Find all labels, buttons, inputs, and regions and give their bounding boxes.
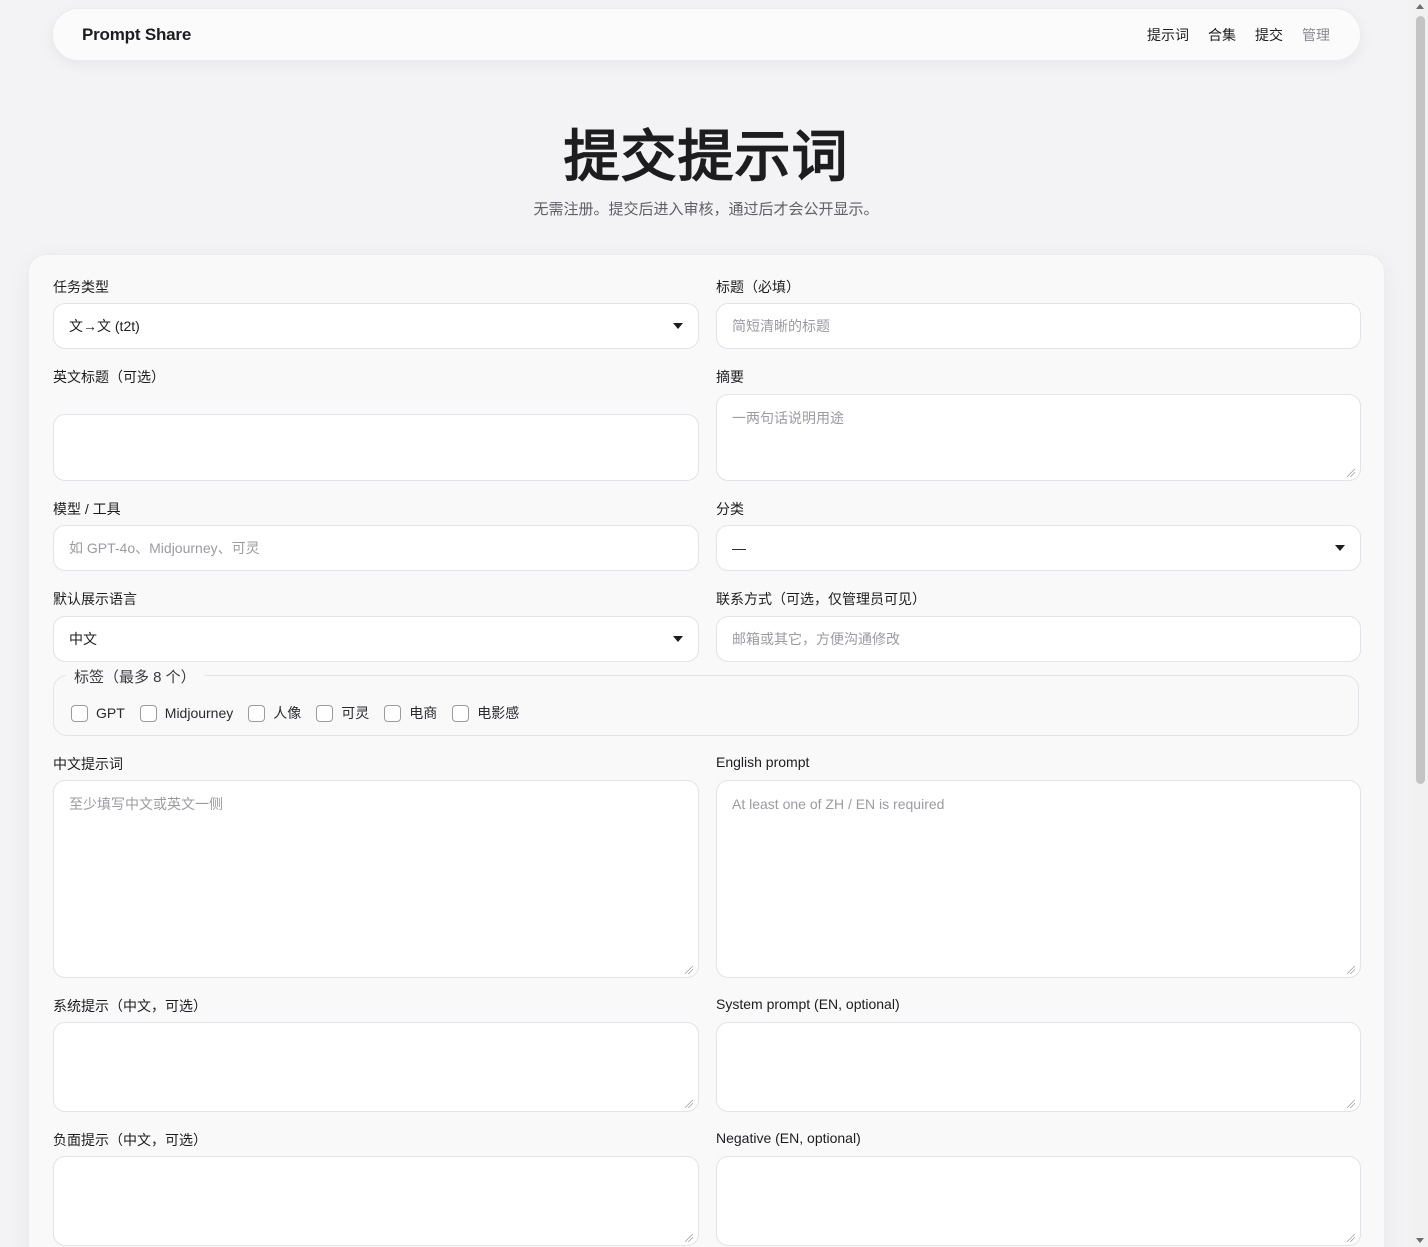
summary-textarea[interactable] [716,394,1361,481]
task-type-select[interactable]: 文→文 (t2t) [53,303,699,349]
negative-en-label: Negative (EN, optional) [716,1130,861,1146]
title-en-label: 英文标题（可选） [53,369,165,385]
tag-option-kling[interactable]: 可灵 [316,703,369,723]
tag-option-ecommerce[interactable]: 电商 [384,703,437,723]
nav-link-submit[interactable]: 提交 [1255,25,1283,45]
tags-fieldset: 标签（最多 8 个） GPT Midjourney 人像 可灵 电商 电影感 [53,666,1359,736]
category-select[interactable]: — [716,525,1361,571]
negative-zh-textarea[interactable] [53,1156,699,1246]
system-en-label: System prompt (EN, optional) [716,996,900,1012]
checkbox[interactable] [452,704,470,722]
checkbox[interactable] [248,704,266,722]
resize-handle-icon[interactable] [1347,1234,1355,1242]
brand-logo[interactable]: Prompt Share [82,25,191,45]
title-en-input[interactable] [53,414,699,481]
category-value: — [732,540,746,556]
resize-handle-icon[interactable] [685,966,693,974]
contact-label: 联系方式（可选，仅管理员可见） [716,591,926,607]
prompt-zh-label: 中文提示词 [53,756,123,772]
model-input[interactable] [53,525,699,571]
summary-label: 摘要 [716,369,744,385]
contact-input[interactable] [716,616,1361,662]
chevron-down-icon [673,323,683,329]
negative-en-textarea[interactable] [716,1156,1361,1246]
resize-handle-icon[interactable] [1347,1100,1355,1108]
resize-handle-icon[interactable] [685,1234,693,1242]
page-title: 提交提示词 [563,125,849,190]
category-label: 分类 [716,501,744,517]
checkbox[interactable] [139,704,157,722]
checkbox[interactable] [71,704,88,722]
checkbox[interactable] [316,704,334,722]
tag-option-portrait[interactable]: 人像 [248,703,301,723]
tag-label: 电影感 [477,705,520,721]
page-scrollbar[interactable] [1412,0,1428,1247]
top-navbar: Prompt Share 提示词 合集 提交 管理 [52,8,1361,61]
system-zh-textarea[interactable] [53,1022,699,1112]
scrollbar-thumb[interactable] [1416,16,1425,784]
submit-form: 任务类型 文→文 (t2t) 标题（必填） 英文标题（可选） 摘要 模型 / 工… [28,254,1385,1247]
chevron-down-icon [673,636,683,642]
tag-option-midjourney[interactable]: Midjourney [139,704,234,722]
prompt-zh-textarea[interactable] [53,780,699,978]
language-select[interactable]: 中文 [53,616,699,662]
resize-handle-icon[interactable] [1347,966,1355,974]
tag-label: 可灵 [341,705,370,721]
system-zh-label: 系统提示（中文，可选） [53,998,207,1014]
language-value: 中文 [69,631,97,647]
system-en-textarea[interactable] [716,1022,1361,1112]
main-nav: 提示词 合集 提交 管理 [1147,25,1330,45]
resize-handle-icon[interactable] [685,1100,693,1108]
task-type-value: 文→文 (t2t) [69,318,140,334]
title-input[interactable] [716,303,1361,349]
task-type-label: 任务类型 [53,279,109,295]
scroll-down-icon[interactable] [1416,1238,1424,1243]
tags-legend: 标签（最多 8 个） [66,666,204,687]
nav-link-prompts[interactable]: 提示词 [1147,25,1189,45]
resize-handle-icon[interactable] [1347,469,1355,477]
prompt-en-label: English prompt [716,754,810,770]
checkbox[interactable] [384,704,402,722]
page: Prompt Share 提示词 合集 提交 管理 提交提示词 无需注册。提交后… [0,0,1412,1247]
title-label: 标题（必填） [716,279,800,295]
tag-label: GPT [96,705,125,721]
nav-link-collections[interactable]: 合集 [1208,25,1236,45]
model-label: 模型 / 工具 [53,501,121,517]
tag-label: 人像 [273,705,302,721]
tag-options: GPT Midjourney 人像 可灵 电商 电影感 [71,703,534,723]
page-subtitle: 无需注册。提交后进入审核，通过后才会公开显示。 [533,201,879,218]
prompt-en-textarea[interactable] [716,780,1361,978]
tag-option-gpt[interactable]: GPT [71,704,125,722]
tag-label: 电商 [409,705,438,721]
nav-link-admin[interactable]: 管理 [1302,25,1330,45]
tag-option-cinematic[interactable]: 电影感 [452,703,519,723]
language-label: 默认展示语言 [53,591,137,607]
scroll-up-icon[interactable] [1416,4,1424,9]
chevron-down-icon [1335,545,1345,551]
tag-label: Midjourney [164,705,234,721]
negative-zh-label: 负面提示（中文，可选） [53,1132,207,1148]
